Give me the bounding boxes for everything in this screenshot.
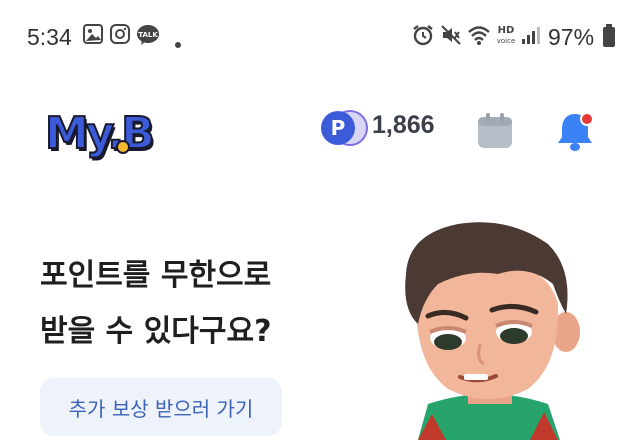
app-logo[interactable]: My.B My.B	[44, 102, 168, 168]
battery-icon	[602, 24, 616, 52]
calendar-button[interactable]	[476, 112, 514, 154]
points-icon: P	[318, 108, 370, 152]
mute-icon	[440, 24, 462, 50]
talk-icon: TALK	[136, 24, 160, 50]
calendar-icon	[476, 113, 514, 154]
headline-line-1: 포인트를 무한으로	[40, 258, 272, 293]
headline-line-2: 받을 수 있다구요?	[40, 314, 272, 349]
signal-icon	[521, 24, 541, 50]
wifi-icon	[467, 24, 491, 50]
svg-text:My.B: My.B	[45, 108, 152, 159]
battery-percent: 97%	[548, 24, 595, 50]
status-time: 5:34	[27, 24, 72, 50]
status-bar: 5:34 TALK HD voice 97%	[0, 0, 640, 80]
bell-icon	[556, 112, 598, 158]
promo-headline: 포인트를 무한으로 받을 수 있다구요?	[40, 248, 272, 360]
points-value: 1,866	[372, 111, 435, 139]
alarm-icon	[412, 24, 434, 50]
instagram-icon	[110, 24, 130, 48]
points-badge-letter: P	[331, 116, 346, 140]
dot-icon	[174, 34, 182, 53]
notification-dot	[580, 112, 594, 126]
extra-reward-button[interactable]: 추가 보상 받으러 가기	[40, 378, 282, 436]
hd-voice-icon: HD voice	[494, 22, 518, 50]
gallery-icon	[83, 24, 103, 48]
svg-text:TALK: TALK	[138, 31, 158, 39]
svg-text:HD: HD	[498, 25, 515, 36]
character-illustration	[388, 214, 588, 444]
notification-button[interactable]	[556, 110, 598, 158]
svg-text:voice: voice	[497, 37, 516, 45]
